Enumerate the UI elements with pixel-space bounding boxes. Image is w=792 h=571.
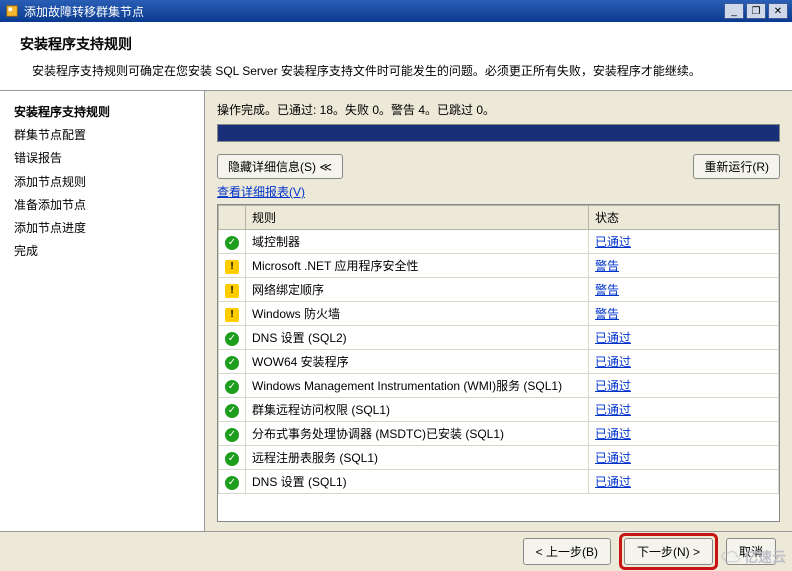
table-row[interactable]: ✓DNS 设置 (SQL1) 已通过 [219,470,779,494]
titlebar: 添加故障转移群集节点 _ ❐ ✕ [0,0,792,22]
window-title: 添加故障转移群集节点 [24,3,724,20]
status-link[interactable]: 警告 [595,307,619,321]
restore-button[interactable]: ❐ [746,3,766,19]
rule-cell: 网络绑定顺序 [246,278,589,302]
rule-cell: WOW64 安装程序 [246,350,589,374]
table-row[interactable]: ✓远程注册表服务 (SQL1) 已通过 [219,446,779,470]
rule-cell: Windows Management Instrumentation (WMI)… [246,374,589,398]
wizard-footer: < 上一步(B) 下一步(N) > 取消 [0,531,792,571]
sidebar-item-complete[interactable]: 完成 [14,240,190,263]
warn-icon: ! [219,254,246,278]
table-row[interactable]: ✓分布式事务处理协调器 (MSDTC)已安装 (SQL1) 已通过 [219,422,779,446]
status-summary: 操作完成。已通过: 18。失败 0。警告 4。已跳过 0。 [217,101,780,118]
close-button[interactable]: ✕ [768,3,788,19]
table-row[interactable]: ✓群集远程访问权限 (SQL1) 已通过 [219,398,779,422]
page-description: 安装程序支持规则可确定在您安装 SQL Server 安装程序支持文件时可能发生… [20,62,772,80]
status-link[interactable]: 已通过 [595,427,631,441]
sidebar-item-add-node-rules[interactable]: 添加节点规则 [14,171,190,194]
status-link[interactable]: 已通过 [595,235,631,249]
status-link[interactable]: 已通过 [595,475,631,489]
status-link[interactable]: 已通过 [595,331,631,345]
pass-icon: ✓ [219,446,246,470]
main-panel: 操作完成。已通过: 18。失败 0。警告 4。已跳过 0。 隐藏详细信息(S) … [205,91,792,532]
sidebar-item-error-report[interactable]: 错误报告 [14,147,190,170]
status-cell: 已通过 [589,326,779,350]
status-cell: 已通过 [589,446,779,470]
status-link[interactable]: 警告 [595,283,619,297]
sidebar-item-ready-add-node[interactable]: 准备添加节点 [14,194,190,217]
sidebar-item-add-node-progress[interactable]: 添加节点进度 [14,217,190,240]
status-cell: 警告 [589,302,779,326]
next-button-highlight: 下一步(N) > [619,533,718,570]
pass-icon: ✓ [219,398,246,422]
sidebar-item-support-rules[interactable]: 安装程序支持规则 [14,101,190,124]
page-title: 安装程序支持规则 [20,34,772,54]
pass-icon: ✓ [219,422,246,446]
pass-icon: ✓ [219,230,246,254]
rule-cell: DNS 设置 (SQL1) [246,470,589,494]
minimize-button[interactable]: _ [724,3,744,19]
rule-cell: Microsoft .NET 应用程序安全性 [246,254,589,278]
pass-icon: ✓ [219,326,246,350]
next-button[interactable]: 下一步(N) > [624,538,713,565]
col-header-icon [219,206,246,230]
rule-cell: Windows 防火墙 [246,302,589,326]
warn-icon: ! [219,302,246,326]
sidebar: 安装程序支持规则 群集节点配置 错误报告 添加节点规则 准备添加节点 添加节点进… [0,91,205,532]
status-cell: 已通过 [589,230,779,254]
table-row[interactable]: ✓域控制器已通过 [219,230,779,254]
warn-icon: ! [219,278,246,302]
status-link[interactable]: 警告 [595,259,619,273]
sidebar-item-cluster-config[interactable]: 群集节点配置 [14,124,190,147]
status-cell: 已通过 [589,470,779,494]
status-cell: 已通过 [589,350,779,374]
table-row[interactable]: ✓WOW64 安装程序已通过 [219,350,779,374]
table-row[interactable]: !Windows 防火墙警告 [219,302,779,326]
hide-details-button[interactable]: 隐藏详细信息(S) ≪ [217,154,343,179]
view-report-link[interactable]: 查看详细报表(V) [217,183,780,200]
status-cell: 警告 [589,278,779,302]
window-controls: _ ❐ ✕ [724,3,788,19]
table-row[interactable]: !网络绑定顺序警告 [219,278,779,302]
col-header-status[interactable]: 状态 [589,206,779,230]
col-header-rule[interactable]: 规则 [246,206,589,230]
rule-cell: 分布式事务处理协调器 (MSDTC)已安装 (SQL1) [246,422,589,446]
status-link[interactable]: 已通过 [595,403,631,417]
status-cell: 已通过 [589,374,779,398]
progress-bar [217,124,780,142]
back-button[interactable]: < 上一步(B) [523,538,611,565]
status-cell: 警告 [589,254,779,278]
status-cell: 已通过 [589,398,779,422]
rules-table: 规则 状态 ✓域控制器已通过!Microsoft .NET 应用程序安全性警告!… [218,205,779,494]
status-cell: 已通过 [589,422,779,446]
pass-icon: ✓ [219,470,246,494]
rerun-button[interactable]: 重新运行(R) [693,154,780,179]
rules-table-wrap[interactable]: 规则 状态 ✓域控制器已通过!Microsoft .NET 应用程序安全性警告!… [217,204,780,522]
table-row[interactable]: ✓DNS 设置 (SQL2) 已通过 [219,326,779,350]
app-icon [4,3,20,19]
table-row[interactable]: !Microsoft .NET 应用程序安全性警告 [219,254,779,278]
rule-cell: 域控制器 [246,230,589,254]
status-link[interactable]: 已通过 [595,451,631,465]
rule-cell: 群集远程访问权限 (SQL1) [246,398,589,422]
status-link[interactable]: 已通过 [595,379,631,393]
status-link[interactable]: 已通过 [595,355,631,369]
page-header: 安装程序支持规则 安装程序支持规则可确定在您安装 SQL Server 安装程序… [0,22,792,91]
pass-icon: ✓ [219,350,246,374]
rule-cell: 远程注册表服务 (SQL1) [246,446,589,470]
table-row[interactable]: ✓Windows Management Instrumentation (WMI… [219,374,779,398]
cancel-button[interactable]: 取消 [726,538,776,565]
rule-cell: DNS 设置 (SQL2) [246,326,589,350]
pass-icon: ✓ [219,374,246,398]
